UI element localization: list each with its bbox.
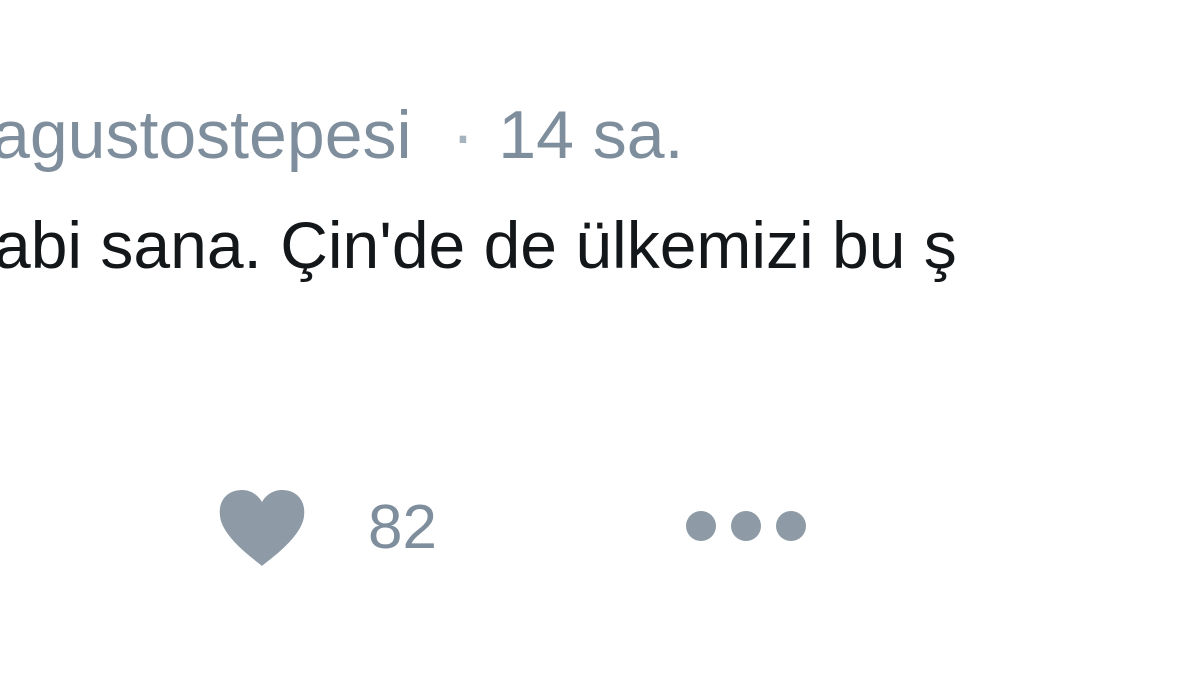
meta-separator: · — [451, 97, 475, 173]
like-count: 82 — [368, 493, 437, 562]
tweet: agustostepesi · 14 sa. abi sana. Çin'de … — [0, 0, 1200, 675]
timestamp-link[interactable]: 14 sa. — [498, 90, 683, 180]
more-dots-icon — [776, 511, 806, 541]
heart-icon — [219, 490, 305, 566]
like-button[interactable]: 82 — [218, 488, 437, 568]
more-button[interactable] — [686, 504, 806, 548]
tweet-actions: 82 — [0, 480, 1200, 580]
tweet-text: abi sana. Çin'de de ülkemizi bu ş — [0, 208, 957, 282]
more-dots-icon — [731, 511, 761, 541]
tweet-header: agustostepesi · 14 sa. — [0, 90, 684, 180]
username-link[interactable]: agustostepesi — [0, 90, 412, 180]
more-dots-icon — [686, 511, 716, 541]
